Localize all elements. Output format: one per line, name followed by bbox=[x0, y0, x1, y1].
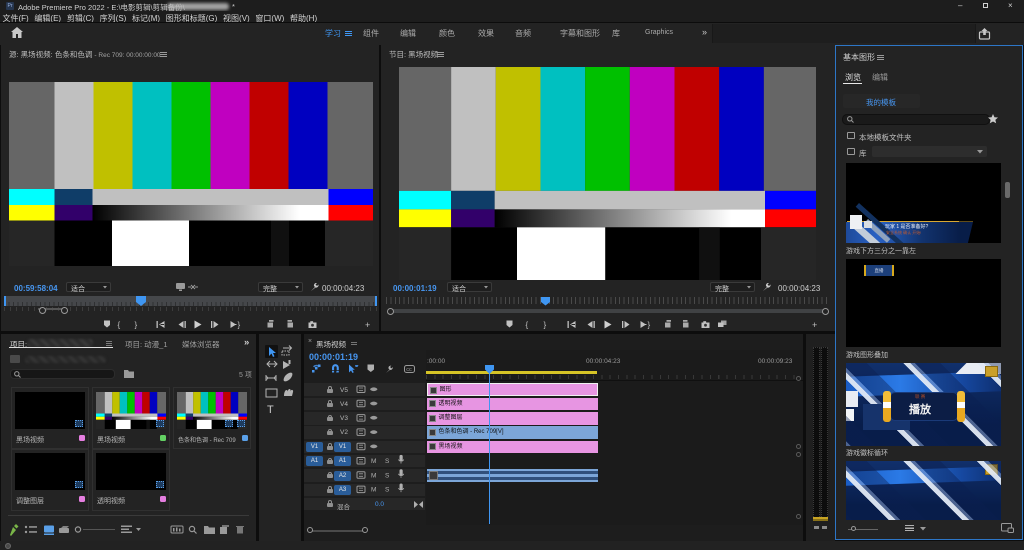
svg-text:S: S bbox=[385, 487, 390, 494]
svg-text:{: { bbox=[526, 321, 529, 330]
svg-text:}: } bbox=[648, 321, 651, 330]
svg-text:T: T bbox=[267, 404, 274, 416]
svg-text:M: M bbox=[371, 487, 376, 494]
svg-text:M: M bbox=[371, 472, 376, 479]
svg-text:{: { bbox=[118, 321, 121, 330]
svg-text:S: S bbox=[385, 472, 390, 479]
svg-text:+: + bbox=[365, 320, 370, 330]
svg-text:S: S bbox=[385, 458, 390, 465]
svg-text:cc: cc bbox=[406, 367, 412, 373]
svg-text:}: } bbox=[135, 321, 138, 330]
svg-text:}: } bbox=[544, 321, 547, 330]
svg-text:M: M bbox=[371, 458, 376, 465]
svg-text:}: } bbox=[238, 321, 241, 330]
svg-text:+: + bbox=[812, 320, 817, 330]
